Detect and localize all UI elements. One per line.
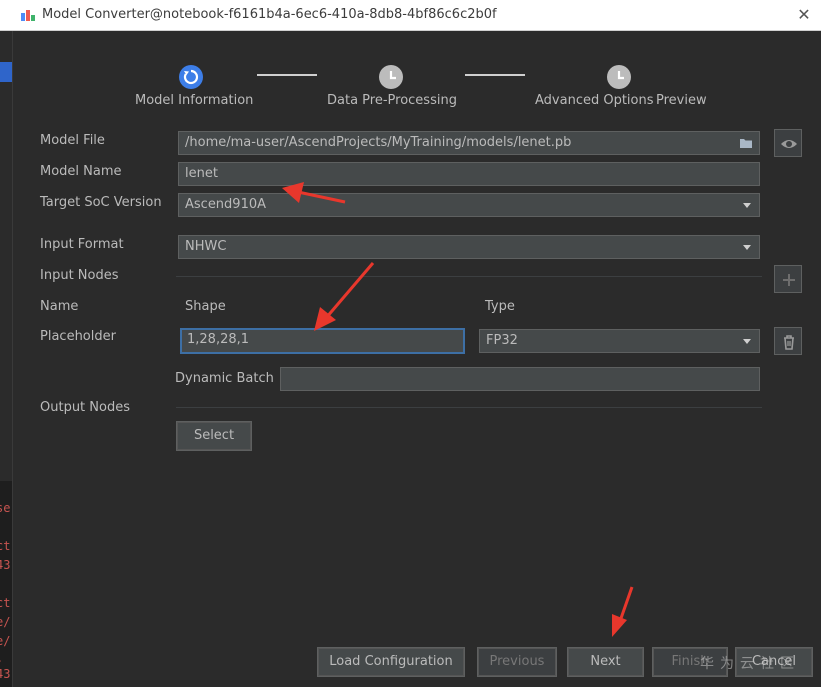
delete-node-button[interactable]: [774, 327, 802, 355]
add-input-node-button[interactable]: [774, 265, 802, 293]
console-line: e/: [0, 615, 11, 629]
type-value: FP32: [486, 333, 518, 348]
previous-button[interactable]: Previous: [477, 647, 557, 677]
step-label-advanced-options: Advanced Options: [535, 93, 654, 108]
view-model-button[interactable]: [774, 129, 802, 157]
shape-input[interactable]: 1,28,28,1: [180, 328, 465, 354]
model-file-label: Model File: [40, 133, 105, 148]
output-nodes-divider: [176, 407, 762, 408]
input-nodes-divider: [176, 276, 762, 277]
console-line: se: [0, 501, 11, 515]
output-nodes-label: Output Nodes: [40, 400, 130, 415]
console-line: .: [0, 651, 3, 665]
step-data-preprocessing-clock-icon: [379, 65, 403, 89]
input-format-label: Input Format: [40, 237, 124, 252]
model-name-input[interactable]: lenet: [178, 162, 760, 186]
input-format-dropdown[interactable]: NHWC: [178, 235, 760, 259]
step-label-model-information: Model Information: [135, 93, 254, 108]
shape-value: 1,28,28,1: [187, 332, 250, 347]
background-editor-strip: se ct 43 ct e/ e/ . 43: [0, 31, 13, 687]
folder-icon[interactable]: [739, 137, 753, 149]
model-name-value: lenet: [185, 166, 218, 181]
chevron-down-icon: [743, 203, 751, 208]
window-title: Model Converter@notebook-f6161b4a-6ec6-4…: [42, 7, 497, 22]
step-label-preview: Preview: [656, 93, 707, 108]
eye-icon: [781, 140, 797, 148]
load-configuration-button[interactable]: Load Configuration: [317, 647, 465, 677]
step-model-information-icon: [179, 65, 203, 89]
close-icon[interactable]: ✕: [793, 4, 815, 26]
step-advanced-options-clock-icon: [607, 65, 631, 89]
selection-highlight: [0, 62, 12, 82]
shape-column-header: Shape: [185, 299, 226, 314]
select-output-nodes-button[interactable]: Select: [176, 421, 252, 451]
model-converter-window: Model Converter@notebook-f6161b4a-6ec6-4…: [0, 0, 821, 687]
target-soc-dropdown[interactable]: Ascend910A: [178, 193, 760, 217]
dynamic-batch-label: Dynamic Batch: [175, 371, 274, 386]
target-soc-value: Ascend910A: [185, 197, 267, 212]
type-dropdown[interactable]: FP32: [479, 329, 760, 353]
console-line: ct: [0, 539, 11, 553]
model-file-field[interactable]: /home/ma-user/AscendProjects/MyTraining/…: [178, 131, 760, 155]
trash-icon: [784, 335, 794, 350]
chevron-down-icon: [743, 245, 751, 250]
dialog-content: Model Information Data Pre-Processing Ad…: [13, 31, 821, 687]
type-column-header: Type: [485, 299, 515, 314]
console-line: 43: [0, 667, 11, 681]
step-connector: [465, 74, 525, 76]
dynamic-batch-input[interactable]: [280, 367, 760, 391]
watermark-text: 华为云社区: [700, 656, 800, 672]
console-line: e/: [0, 634, 11, 648]
model-file-value: /home/ma-user/AscendProjects/MyTraining/…: [185, 135, 572, 150]
node-name-label: Placeholder: [40, 329, 116, 344]
step-connector: [257, 74, 317, 76]
step-label-data-preprocessing: Data Pre-Processing: [327, 93, 457, 108]
input-nodes-label: Input Nodes: [40, 268, 119, 283]
console-line: ct: [0, 596, 11, 610]
input-format-value: NHWC: [185, 239, 227, 254]
target-soc-label: Target SoC Version: [40, 195, 162, 210]
name-column-header: Name: [40, 299, 79, 314]
app-logo-icon: [21, 10, 35, 21]
model-name-label: Model Name: [40, 164, 122, 179]
next-button[interactable]: Next: [567, 647, 644, 677]
chevron-down-icon: [743, 339, 751, 344]
console-line: 43: [0, 558, 11, 572]
title-bar: Model Converter@notebook-f6161b4a-6ec6-4…: [0, 0, 821, 31]
plus-icon: [783, 274, 795, 286]
